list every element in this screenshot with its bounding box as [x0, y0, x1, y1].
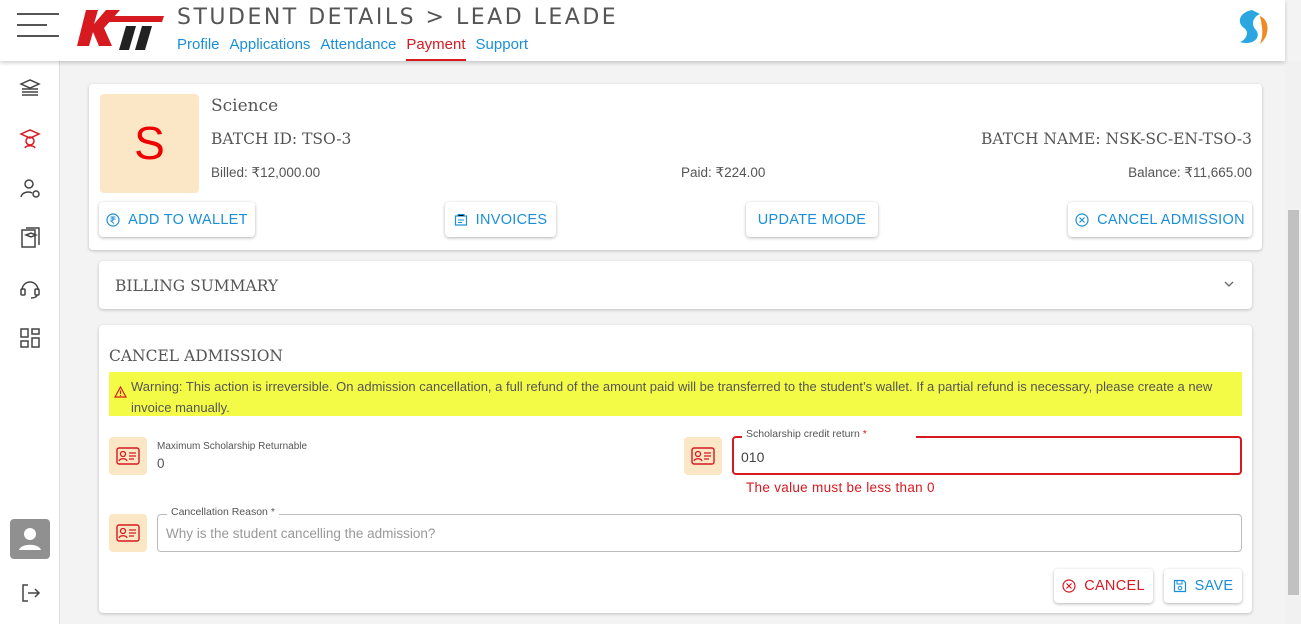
- cancel-admission-label: CANCEL ADMISSION: [1097, 211, 1245, 228]
- cancel-label: CANCEL: [1084, 578, 1145, 594]
- update-mode-label: UPDATE MODE: [757, 211, 867, 228]
- library-icon[interactable]: [18, 226, 42, 250]
- headset-icon[interactable]: [18, 276, 42, 300]
- save-label: SAVE: [1194, 578, 1234, 594]
- warning-icon: [114, 386, 127, 398]
- paid-amount: Paid: ₹224.00: [681, 165, 766, 180]
- cancellation-reason-placeholder[interactable]: Why is the student cancelling the admiss…: [166, 526, 435, 541]
- page-title: STUDENT DETAILS > LEAD LEADE: [177, 5, 619, 30]
- save-icon: [1173, 579, 1186, 593]
- logout-icon[interactable]: [18, 581, 42, 605]
- chevron-down-icon[interactable]: [1224, 280, 1234, 288]
- cancel-admission-button[interactable]: CANCEL ADMISSION: [1068, 202, 1252, 237]
- id-card-icon: [684, 437, 722, 475]
- batch-avatar: S: [100, 94, 199, 193]
- user-icon: [19, 528, 41, 550]
- cancel-circle-icon: [1062, 579, 1076, 593]
- courses-icon[interactable]: [18, 76, 42, 100]
- batch-id: BATCH ID: TSO-3: [211, 130, 352, 148]
- invoices-button[interactable]: INVOICES: [445, 202, 556, 237]
- add-to-wallet-label: ADD TO WALLET: [128, 211, 248, 228]
- batch-name: BATCH NAME: NSK-SC-EN-TSO-3: [981, 130, 1252, 148]
- tab-payment[interactable]: Payment: [406, 36, 466, 61]
- tab-applications[interactable]: Applications: [230, 36, 311, 61]
- invoice-icon: [454, 213, 467, 226]
- tab-attendance[interactable]: Attendance: [320, 36, 396, 61]
- warning-text: Warning: This action is irreversible. On…: [131, 379, 1213, 415]
- warning-banner: Warning: This action is irreversible. On…: [109, 372, 1242, 416]
- scrollbar-thumb[interactable]: [1288, 210, 1299, 595]
- kii-logo: [77, 10, 164, 50]
- balance-amount: Balance: ₹11,665.00: [1128, 165, 1252, 180]
- cancel-button[interactable]: CANCEL: [1054, 569, 1153, 603]
- cancellation-reason-label: Cancellation Reason *: [167, 506, 279, 518]
- sidebar: [0, 61, 60, 624]
- tab-bar: Profile Applications Attendance Payment …: [177, 36, 538, 61]
- add-to-wallet-button[interactable]: ADD TO WALLET: [99, 202, 255, 237]
- scholarship-credit-input[interactable]: 010: [741, 449, 764, 465]
- tab-profile[interactable]: Profile: [177, 36, 220, 61]
- brand-logo: [1239, 10, 1268, 44]
- subject-name: Science: [211, 96, 279, 116]
- cancel-circle-icon: [1075, 212, 1089, 227]
- menu-icon[interactable]: [17, 13, 59, 37]
- scholarship-credit-field[interactable]: [732, 436, 1242, 475]
- app-header: STUDENT DETAILS > LEAD LEADE Profile App…: [0, 0, 1285, 61]
- billed-amount: Billed: ₹12,000.00: [211, 165, 321, 180]
- save-button[interactable]: SAVE: [1164, 569, 1242, 603]
- student-icon[interactable]: [18, 126, 42, 150]
- rupee-icon: [106, 212, 120, 227]
- billing-summary-title: BILLING SUMMARY: [115, 277, 279, 295]
- dashboard-icon[interactable]: [18, 326, 42, 350]
- form-title: CANCEL ADMISSION: [109, 347, 283, 365]
- id-card-icon: [109, 514, 147, 552]
- max-scholarship-label: Maximum Scholarship Returnable: [157, 441, 308, 452]
- credit-error-text: The value must be less than 0: [746, 480, 935, 495]
- invoices-label: INVOICES: [475, 211, 548, 228]
- id-card-icon: [109, 437, 147, 475]
- user-settings-icon[interactable]: [18, 176, 42, 200]
- avatar[interactable]: [10, 519, 50, 559]
- tab-support[interactable]: Support: [476, 36, 529, 61]
- update-mode-button[interactable]: UPDATE MODE: [746, 202, 878, 237]
- scholarship-credit-label: Scholarship credit return *: [742, 428, 916, 440]
- max-scholarship-value: 0: [157, 456, 165, 471]
